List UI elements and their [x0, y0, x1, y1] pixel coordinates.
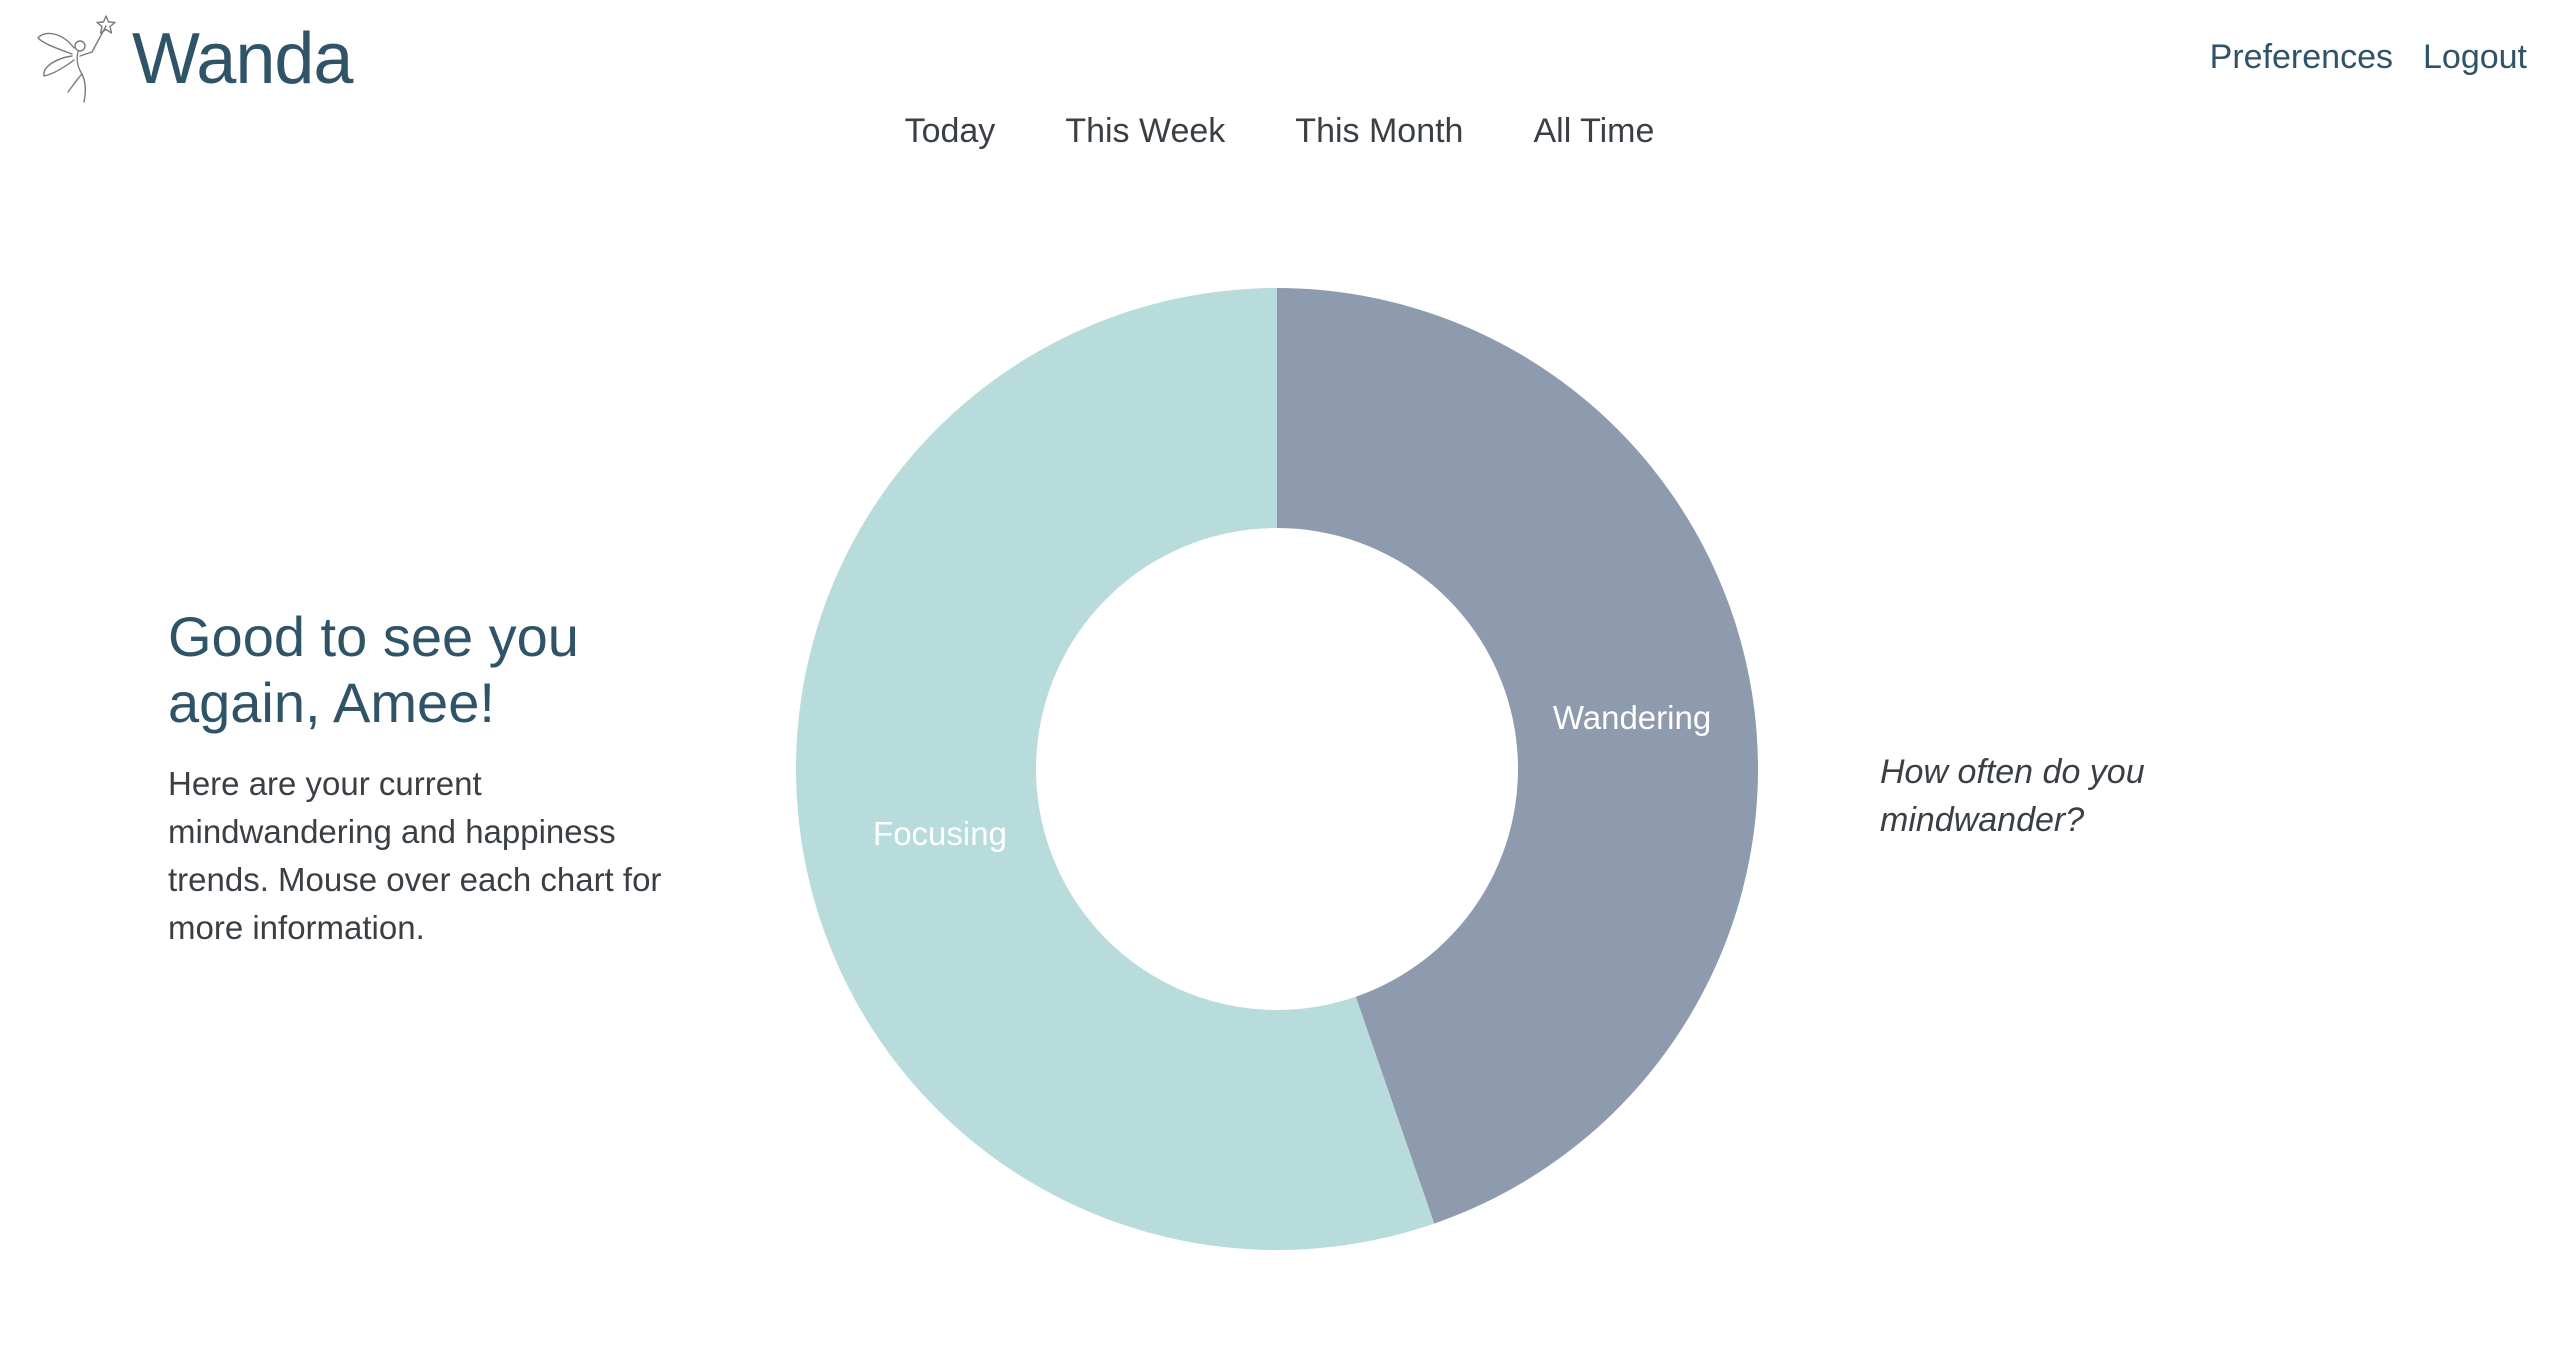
- tab-this-month[interactable]: This Month: [1267, 112, 1463, 151]
- donut-svg: Wandering Focusing: [795, 288, 1758, 1250]
- greeting-title-line2: again, Amee!: [168, 671, 495, 734]
- logo[interactable]: Wanda: [34, 12, 353, 106]
- question-line1: How often do you: [1880, 753, 2145, 791]
- chart-question: How often do you mindwander?: [1880, 748, 2300, 844]
- preferences-link[interactable]: Preferences: [2210, 38, 2393, 77]
- slice-label-focusing: Focusing: [873, 815, 1007, 852]
- tab-this-week[interactable]: This Week: [1037, 112, 1225, 151]
- greeting-title-line1: Good to see you: [168, 605, 579, 668]
- tab-all-time[interactable]: All Time: [1505, 112, 1654, 151]
- fairy-icon: [37, 15, 116, 103]
- brand-name: Wanda: [132, 19, 353, 99]
- mindwandering-donut-chart[interactable]: Wandering Focusing: [795, 288, 1758, 1250]
- logout-link[interactable]: Logout: [2423, 38, 2527, 77]
- question-line2: mindwander?: [1880, 801, 2085, 839]
- greeting-description: Here are your current mindwandering and …: [168, 765, 662, 946]
- tab-today[interactable]: Today: [905, 112, 996, 151]
- slice-label-wandering: Wandering: [1553, 699, 1711, 736]
- account-nav: Preferences Logout: [2210, 38, 2527, 77]
- time-range-tabs: Today This Week This Month All Time: [0, 112, 2559, 151]
- greeting-panel: Good to see you again, Amee! Here are yo…: [168, 604, 708, 952]
- greeting-title: Good to see you again, Amee!: [168, 604, 708, 736]
- app-page: Wanda Preferences Logout Today This Week…: [0, 0, 2559, 1356]
